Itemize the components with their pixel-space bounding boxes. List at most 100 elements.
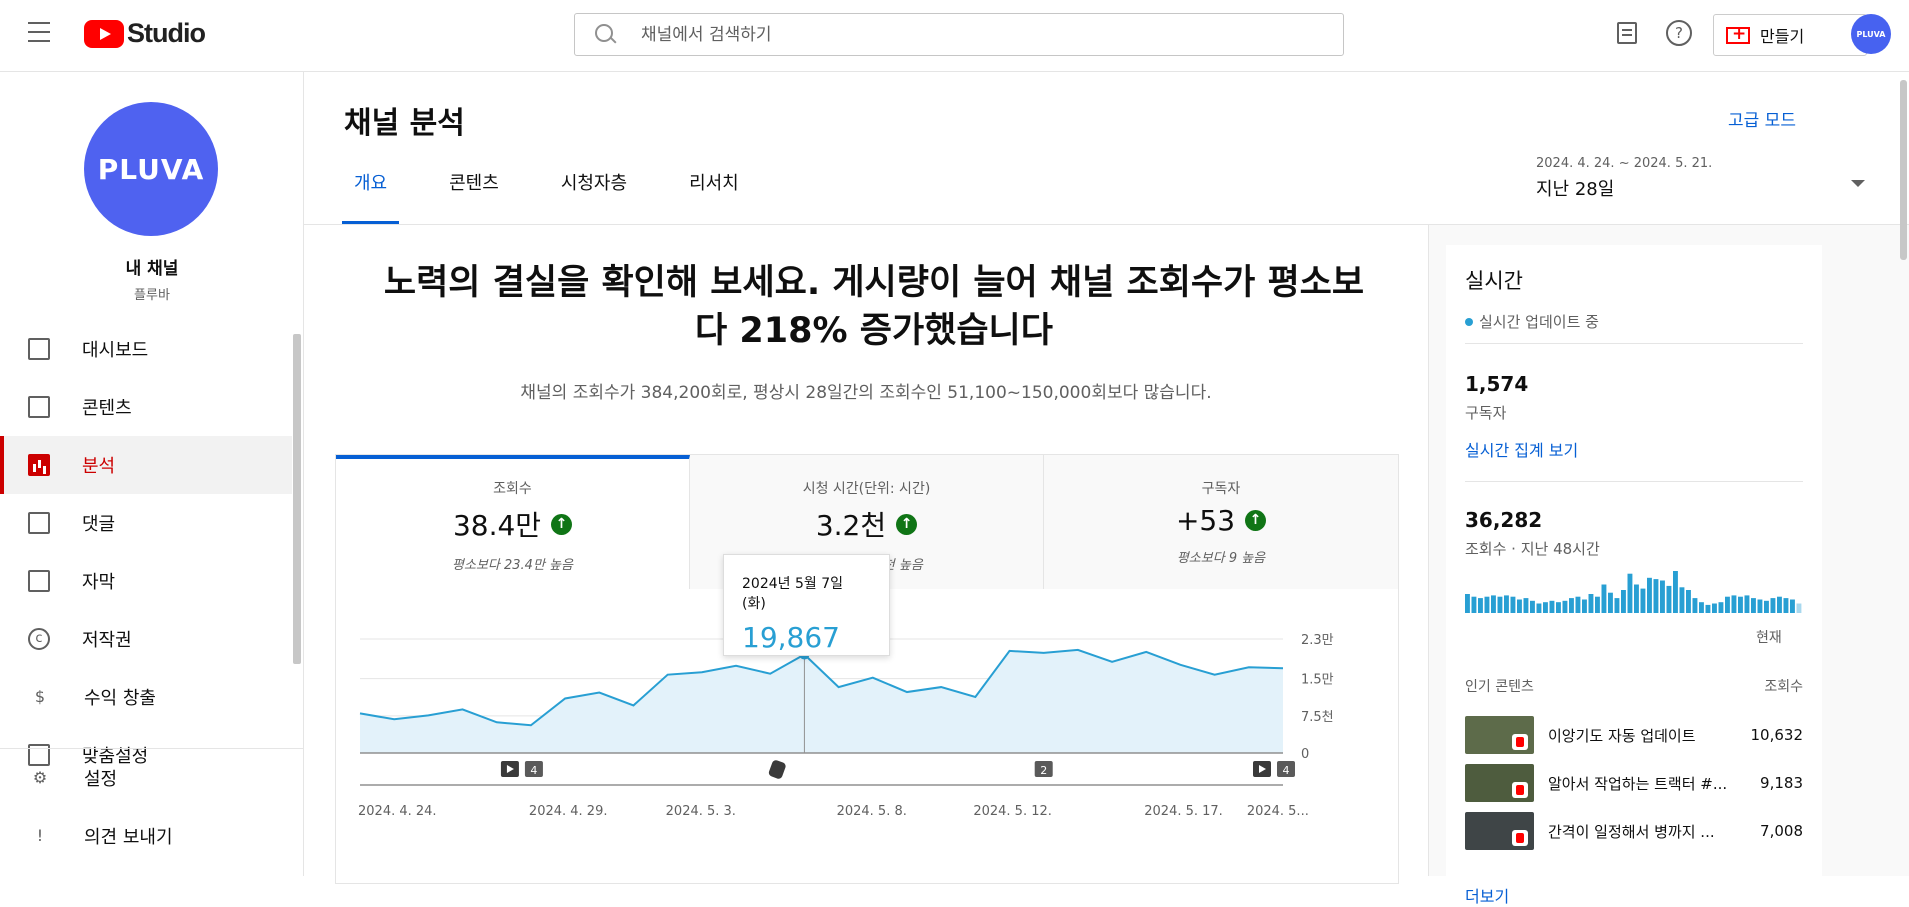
realtime-bar xyxy=(1601,584,1607,613)
menu-icon[interactable] xyxy=(28,22,54,44)
sidebar-item-label: 분석 xyxy=(82,456,116,477)
sidebar-item-content[interactable]: 콘텐츠 xyxy=(0,378,292,436)
realtime-bar xyxy=(1647,577,1652,613)
tab-0[interactable]: 개요 xyxy=(342,154,400,224)
sidebar-item-analytics[interactable]: 분석 xyxy=(0,436,292,494)
create-label: 만들기 xyxy=(1760,27,1805,46)
more-link[interactable]: 더보기 xyxy=(1465,883,1509,907)
realtime-bar xyxy=(1608,592,1613,613)
realtime-bar xyxy=(1556,602,1561,613)
marker-count: 4 xyxy=(530,764,537,777)
metric-label: 구독자 xyxy=(1201,481,1241,497)
divider xyxy=(1465,481,1803,482)
popular-item[interactable]: 간격이 일정해서 병까지 ... 7,008 xyxy=(1465,811,1803,851)
sidebar-item-copyright[interactable]: c 저작권 xyxy=(0,610,292,668)
sidebar-item-settings[interactable]: ⚙ 설정 xyxy=(0,749,304,807)
popular-item-views: 9,183 xyxy=(1760,774,1803,792)
shorts-icon xyxy=(1512,734,1528,750)
realtime-bar xyxy=(1757,599,1763,613)
channel-title: 내 채널 xyxy=(125,259,179,279)
search-bar[interactable] xyxy=(574,13,1344,56)
help-icon[interactable]: ? xyxy=(1666,20,1692,46)
analytics-tabs: 개요 콘텐츠 시청자층 리서치 xyxy=(342,154,789,224)
sidebar-item-comments[interactable]: 댓글 xyxy=(0,494,292,552)
realtime-bar xyxy=(1575,596,1581,613)
sidebar-bottom-nav: ⚙ 설정! 의견 보내기 xyxy=(0,748,304,865)
realtime-bar xyxy=(1725,596,1730,613)
realtime-bar-chart[interactable] xyxy=(1465,565,1803,615)
tab-3[interactable]: 리서치 xyxy=(677,154,751,224)
search-icon[interactable] xyxy=(595,23,617,46)
x-tick-label: 2024. 5. 8. xyxy=(837,804,907,819)
realtime-bar xyxy=(1738,596,1743,613)
sidebar-nav: 대시보드 콘텐츠 분석 댓글 자막 c 저작권 $ 수익 창출 맞춤설정 xyxy=(0,320,292,784)
tab-2[interactable]: 시청자층 xyxy=(549,154,639,224)
metric-label: 시청 시간(단위: 시간) xyxy=(802,481,931,497)
youtube-studio-logo[interactable]: Studio xyxy=(84,18,206,49)
metric-tab-2[interactable]: 구독자 +53 ↑ 평소보다 9 높음 xyxy=(1044,455,1398,589)
date-range-selector[interactable]: 2024. 4. 24. ~ 2024. 5. 21. 지난 28일 xyxy=(1536,156,1712,201)
page-title: 채널 분석 xyxy=(344,106,465,141)
notifications-icon[interactable] xyxy=(1617,22,1637,44)
metric-note: 평소보다 9 높음 xyxy=(1176,551,1266,566)
analytics-icon xyxy=(28,454,50,476)
x-tick-label: 2024. 5. 3. xyxy=(666,804,736,819)
y-tick-label: 1.5만 xyxy=(1301,673,1334,688)
youtube-logo-icon xyxy=(84,19,124,48)
realtime-bar xyxy=(1790,599,1795,613)
video-thumbnail xyxy=(1465,812,1534,850)
realtime-bar xyxy=(1471,596,1477,613)
sidebar-item-label: 대시보드 xyxy=(82,340,149,361)
sidebar: PLUVA 내 채널 플루바 대시보드 콘텐츠 분석 댓글 자막 c 저작권 $ 수익 창출 맞춤… xyxy=(0,72,304,876)
realtime-title: 실시간 xyxy=(1465,269,1523,293)
content-icon xyxy=(28,396,50,418)
sidebar-item-label: 설정 xyxy=(84,769,118,790)
realtime-bar xyxy=(1751,598,1756,613)
subtitles-icon xyxy=(28,570,50,592)
sidebar-item-dashboard[interactable]: 대시보드 xyxy=(0,320,292,378)
metric-note: 평소보다 23.4만 높음 xyxy=(452,558,573,573)
page-scrollbar[interactable] xyxy=(1900,80,1907,260)
realtime-bar xyxy=(1731,595,1737,613)
realtime-bar xyxy=(1634,584,1639,613)
shorts-icon xyxy=(1512,782,1528,798)
sidebar-item-feedback[interactable]: ! 의견 보내기 xyxy=(0,807,304,865)
advanced-mode-link[interactable]: 고급 모드 xyxy=(1728,106,1796,131)
account-avatar[interactable]: PLUVA xyxy=(1851,14,1891,54)
search-input[interactable] xyxy=(641,24,1241,45)
popular-item[interactable]: 알아서 작업하는 트랙터 #... 9,183 xyxy=(1465,763,1803,803)
comments-icon xyxy=(28,512,50,534)
arrow-up-icon: ↑ xyxy=(896,513,918,535)
chevron-down-icon[interactable] xyxy=(1851,180,1865,187)
y-tick-label: 2.3만 xyxy=(1301,633,1334,648)
popular-item[interactable]: 이앙기도 자동 업데이트 10,632 xyxy=(1465,715,1803,755)
realtime-bar xyxy=(1627,573,1633,613)
realtime-bar xyxy=(1666,585,1672,613)
date-period: 지난 28일 xyxy=(1536,179,1615,200)
realtime-bar xyxy=(1465,594,1470,613)
realtime-bar xyxy=(1744,595,1750,613)
copyright-icon: c xyxy=(28,628,50,650)
arrow-up-icon: ↑ xyxy=(1245,510,1267,531)
realtime-bar xyxy=(1673,571,1678,613)
sidebar-scrollbar[interactable] xyxy=(293,334,301,664)
x-tick-label: 2024. 5... xyxy=(1247,804,1309,819)
realtime-bar xyxy=(1796,603,1802,613)
realtime-bar xyxy=(1491,595,1496,613)
channel-handle: 플루바 xyxy=(134,288,170,303)
realtime-bar xyxy=(1543,602,1548,613)
metric-tab-0[interactable]: 조회수 38.4만 ↑ 평소보다 23.4만 높음 xyxy=(336,455,690,589)
realtime-bar xyxy=(1686,590,1691,613)
create-button[interactable]: 만들기 xyxy=(1713,14,1867,56)
sidebar-item-label: 의견 보내기 xyxy=(84,827,173,848)
metric-value: 38.4만 xyxy=(452,509,542,542)
sidebar-item-monetization[interactable]: $ 수익 창출 xyxy=(0,668,292,726)
channel-avatar[interactable]: PLUVA xyxy=(84,102,218,236)
y-tick-label: 0 xyxy=(1301,747,1309,762)
sidebar-item-subtitles[interactable]: 자막 xyxy=(0,552,292,610)
tab-1[interactable]: 콘텐츠 xyxy=(437,154,511,224)
realtime-link[interactable]: 실시간 집계 보기 xyxy=(1465,437,1578,461)
sidebar-item-label: 수익 창출 xyxy=(84,688,156,709)
marker-count: 2 xyxy=(1040,764,1047,777)
logo-text: Studio xyxy=(127,18,206,48)
